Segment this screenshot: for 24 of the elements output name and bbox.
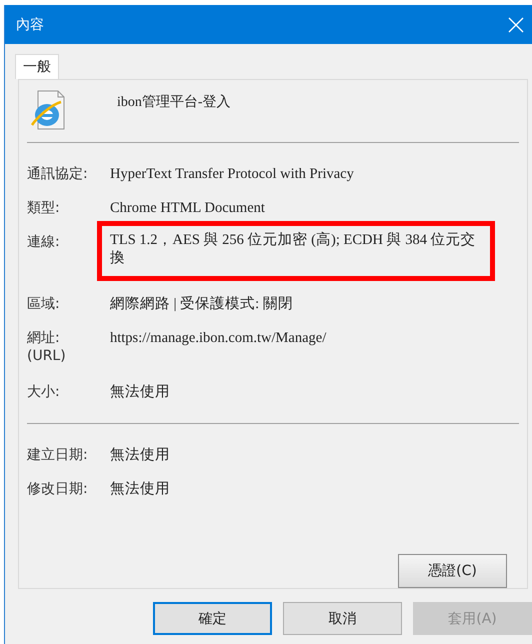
field-label: 建立日期: (27, 446, 89, 464)
field-value: https://manage.ibon.com.tw/Manage/ (110, 329, 328, 347)
window-title: 內容 (16, 16, 44, 34)
dialog-button[interactable]: 取消 (283, 602, 402, 635)
field-label: 通訊協定: (27, 165, 89, 183)
field-value: 無法使用 (110, 480, 171, 498)
tab[interactable]: 一般 (15, 54, 59, 79)
field-label: 大小: (27, 383, 61, 401)
field-label: 網址: (URL) (27, 329, 67, 365)
field-label: 修改日期: (27, 480, 89, 498)
web-file-icon (30, 89, 66, 131)
field-value: 網際網路 | 受保護模式: 關閉 (110, 295, 294, 313)
page-title: ibon管理平台-登入 (117, 94, 231, 111)
field-value: HyperText Transfer Protocol with Privacy (110, 165, 355, 183)
field-label: 連線: (27, 233, 61, 251)
field-label: 區域: (27, 295, 61, 313)
certificate-button[interactable]: 憑證(C) (398, 554, 507, 588)
field-label: 類型: (27, 199, 61, 217)
field-value: Chrome HTML Document (110, 199, 266, 217)
field-value: 無法使用 (110, 383, 171, 401)
field-value: TLS 1.2，AES 與 256 位元加密 (高); ECDH 與 384 位元交換 (110, 232, 476, 266)
dialog-button[interactable]: 確定 (153, 602, 272, 635)
close-icon[interactable] (508, 16, 524, 32)
field-value: 無法使用 (110, 446, 171, 464)
